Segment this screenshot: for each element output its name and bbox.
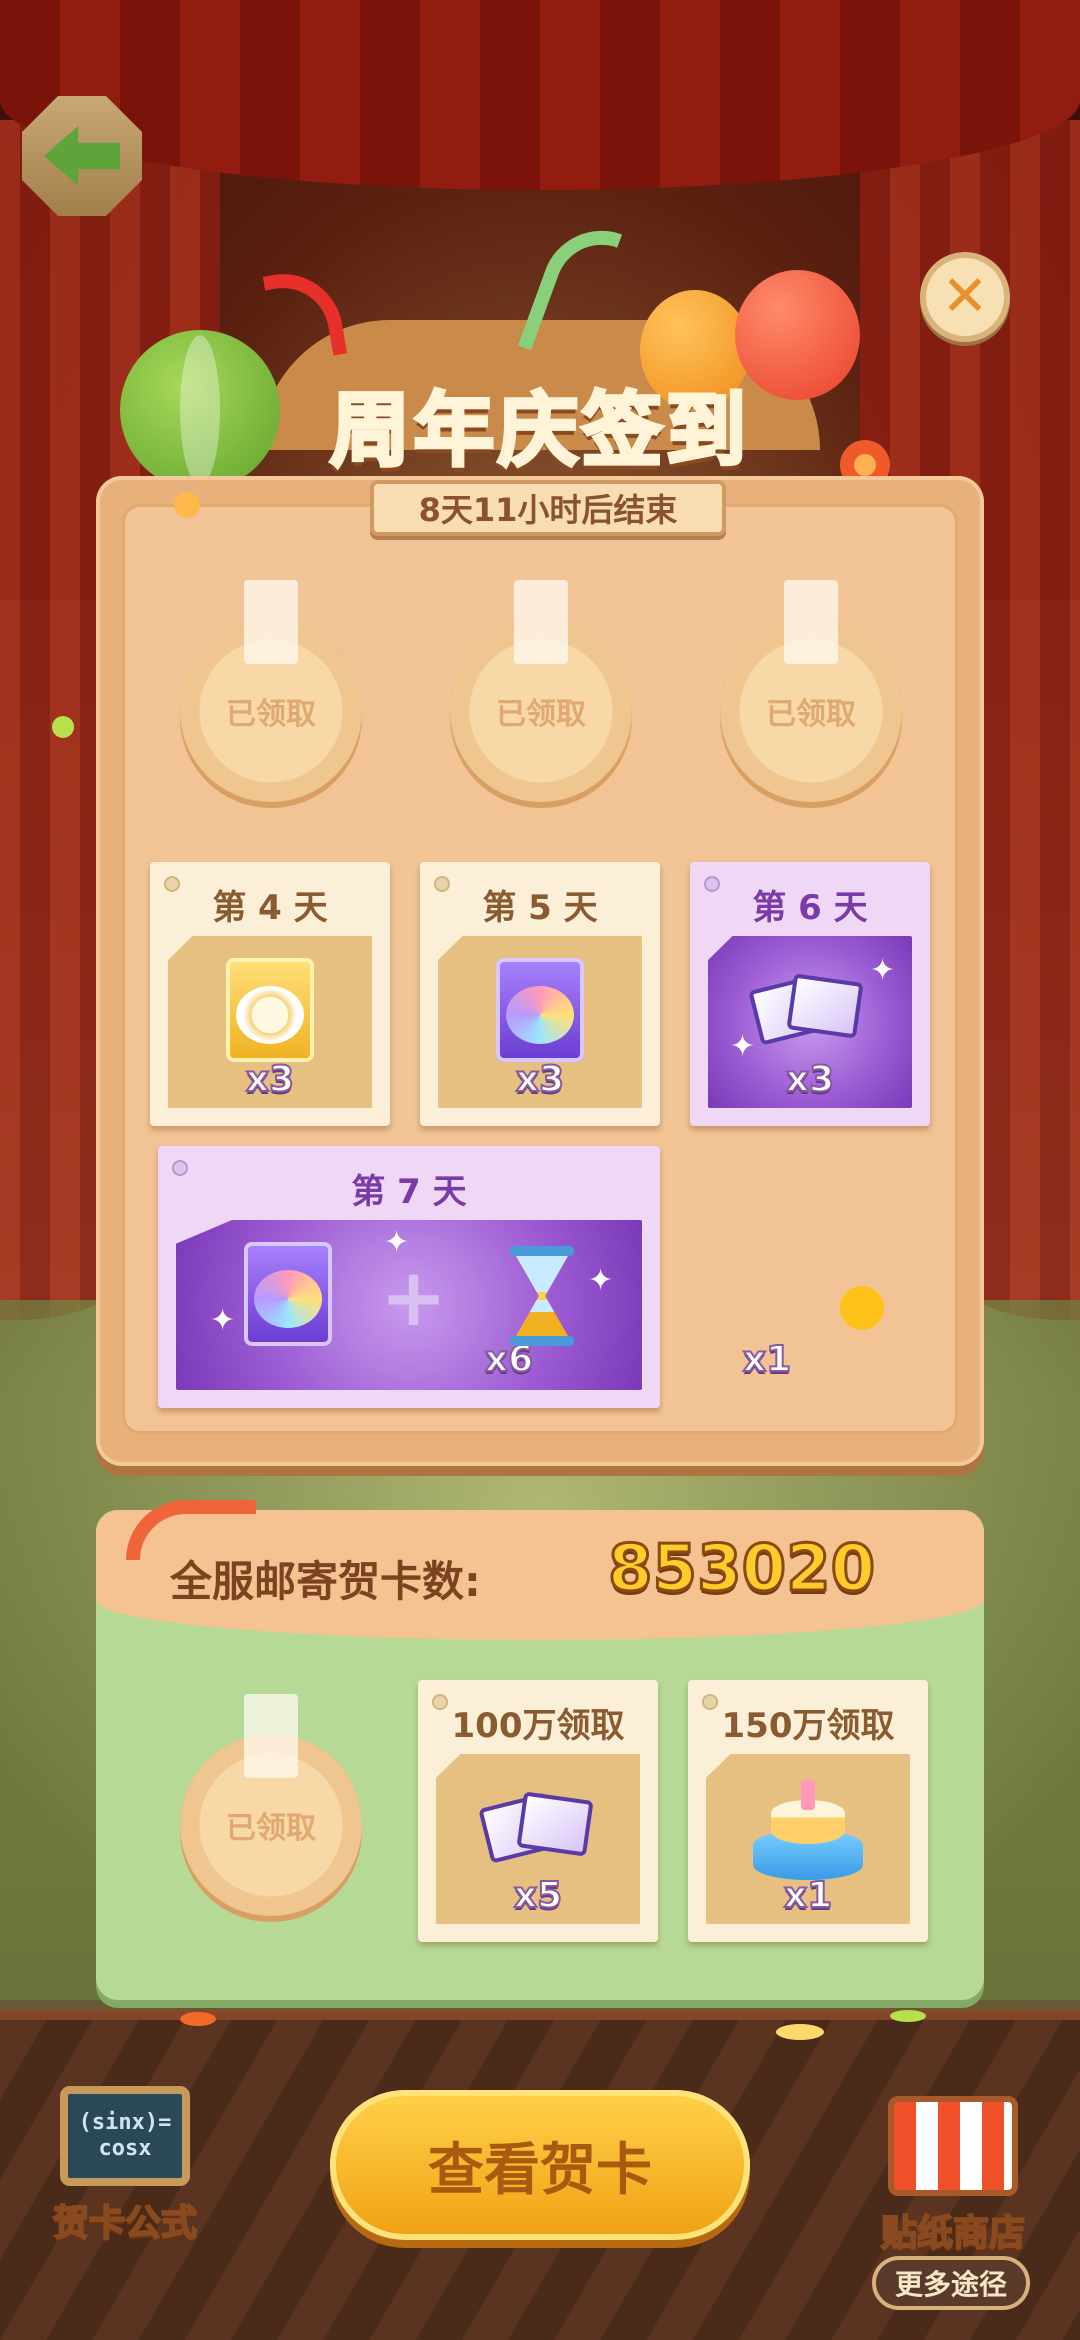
event-timer: 8天11小时后结束 <box>370 480 726 536</box>
tape-decoration <box>244 1694 298 1778</box>
plus-icon: + <box>380 1251 448 1344</box>
claimed-day-3[interactable]: 已领取 <box>720 580 902 802</box>
reward-qty: x3 <box>245 1058 295 1101</box>
day-label: 第 7 天 <box>351 1172 467 1212</box>
close-icon: ✕ <box>941 264 989 329</box>
tape-decoration <box>514 580 568 664</box>
claimed-label: 已领取 <box>496 697 586 732</box>
arrow-left-icon <box>44 126 120 186</box>
sparkle-icon: ✦ <box>588 1263 614 1298</box>
day-label: 第 4 天 <box>212 888 328 928</box>
curtain-valance <box>0 0 1080 190</box>
reward-card-day-4[interactable]: 第 4 天 x3 <box>150 862 390 1126</box>
reward-qty: x3 <box>515 1058 565 1101</box>
card-formula-button[interactable]: (sinx)= cosx 贺卡公式 <box>40 2086 210 2246</box>
reward-qty: x3 <box>785 1058 835 1101</box>
close-button[interactable]: ✕ <box>920 252 1010 342</box>
sparkle-icon: ✦ <box>730 1029 756 1064</box>
server-cards-label: 全服邮寄贺卡数: <box>170 1557 481 1606</box>
greeting-cards-icon <box>748 972 864 1046</box>
reward-qty: x1 <box>783 1874 833 1917</box>
claimed-label: 已领取 <box>226 697 316 732</box>
sparkle-icon: ✦ <box>384 1225 410 1260</box>
claimed-milestone[interactable]: 已领取 <box>180 1694 362 1916</box>
balloon-icon <box>120 330 280 490</box>
tape-decoration <box>244 580 298 664</box>
claimed-label: 已领取 <box>226 1811 316 1846</box>
reward-card-day-5[interactable]: 第 5 天 x3 <box>420 862 660 1126</box>
card-formula-label: 贺卡公式 <box>52 2202 198 2245</box>
view-cards-label: 查看贺卡 <box>428 2137 652 2203</box>
gold-sticker-pack-icon <box>226 958 314 1062</box>
shop-icon <box>888 2096 1018 2196</box>
reward-card-day-6[interactable]: 第 6 天 ✦ ✦ x3 <box>690 862 930 1126</box>
reward-qty: x5 <box>513 1874 563 1917</box>
claimed-label: 已领取 <box>766 697 856 732</box>
milestone-card-150w[interactable]: 150万领取 x1 <box>688 1680 928 1942</box>
day-label: 第 6 天 <box>752 888 868 928</box>
hourglass-icon <box>510 1246 574 1346</box>
chalkboard-icon: (sinx)= cosx <box>60 2086 190 2186</box>
reward-card-day-7[interactable]: 第 7 天 x6 + x1 ✦ ✦ ✦ <box>158 1146 792 1408</box>
day-label: 第 5 天 <box>482 888 598 928</box>
claimed-day-1[interactable]: 已领取 <box>180 580 362 802</box>
sticker-shop-label: 贴纸商店 <box>880 2212 1026 2255</box>
sparkle-icon: ✦ <box>210 1303 236 1338</box>
milestone-label: 150万领取 <box>721 1706 895 1746</box>
greeting-cards-icon <box>478 1790 594 1864</box>
server-cards-count: 853020 <box>606 1531 876 1608</box>
rainbow-sticker-pack-icon <box>496 958 584 1062</box>
back-button[interactable] <box>22 96 142 216</box>
sparkle-icon: ✦ <box>870 953 896 988</box>
more-ways-button[interactable]: 更多途径 <box>872 2256 1030 2310</box>
cake-icon <box>753 1780 863 1880</box>
claimed-day-2[interactable]: 已领取 <box>450 580 632 802</box>
page-title: 周年庆签到 <box>328 382 750 479</box>
tape-decoration <box>784 580 838 664</box>
sticker-shop-button[interactable]: 贴纸商店 <box>868 2096 1038 2256</box>
reward-qty: x1 <box>742 1338 792 1381</box>
milestone-label: 100万领取 <box>451 1706 625 1746</box>
view-cards-button[interactable]: 查看贺卡 <box>330 2090 750 2240</box>
rainbow-sticker-pack-icon <box>244 1242 332 1346</box>
milestone-card-100w[interactable]: 100万领取 x5 <box>418 1680 658 1942</box>
